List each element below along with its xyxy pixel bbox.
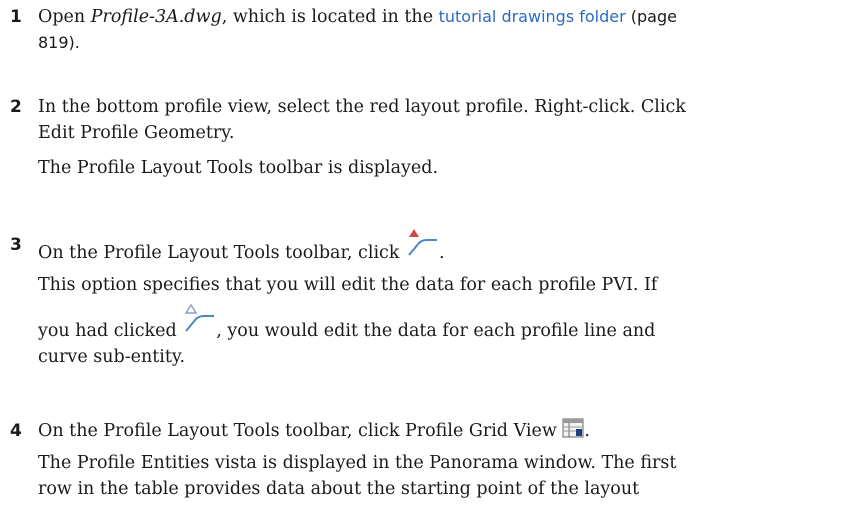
tutorial-folder-link[interactable]: tutorial drawings folder <box>439 7 626 26</box>
step-2-result: The Profile Layout Tools toolbar is disp… <box>38 158 439 178</box>
tutorial-page: 1 Open Profile-3A.dwg, which is located … <box>0 0 855 508</box>
step-4-desc-1: The Profile Entities vista is displayed … <box>38 453 677 473</box>
step-number: 3 <box>10 235 22 255</box>
step-2-body: In the bottom profile view, select the r… <box>38 94 850 181</box>
step-2-line-2: Edit Profile Geometry. <box>38 123 235 143</box>
step-number: 2 <box>10 97 22 117</box>
step-1-body: Open Profile-3A.dwg, which is located in… <box>38 4 850 56</box>
step-2-line-1: In the bottom profile view, select the r… <box>38 97 686 117</box>
step-number: 1 <box>10 7 22 27</box>
step-number: 4 <box>10 421 22 441</box>
step-3-desc-1: This option specifies that you will edit… <box>38 275 658 295</box>
file-name: Profile-3A.dwg <box>90 7 222 27</box>
pvi-based-icon[interactable] <box>405 229 439 261</box>
profile-grid-view-icon[interactable] <box>562 418 584 438</box>
entity-based-icon[interactable] <box>182 303 216 339</box>
step-3-body: On the Profile Layout Tools toolbar, cli… <box>38 229 850 370</box>
page-reference: 819). <box>38 33 80 52</box>
step-4-desc-2: row in the table provides data about the… <box>38 479 640 499</box>
step-4-instruction: On the Profile Layout Tools toolbar, cli… <box>38 418 590 441</box>
step-3-desc-3: curve sub-entity. <box>38 347 186 367</box>
step-1-text: Open Profile-3A.dwg, which is located in… <box>38 7 677 27</box>
step-4-body: On the Profile Layout Tools toolbar, cli… <box>38 418 850 502</box>
step-3-instruction: On the Profile Layout Tools toolbar, cli… <box>38 229 850 266</box>
